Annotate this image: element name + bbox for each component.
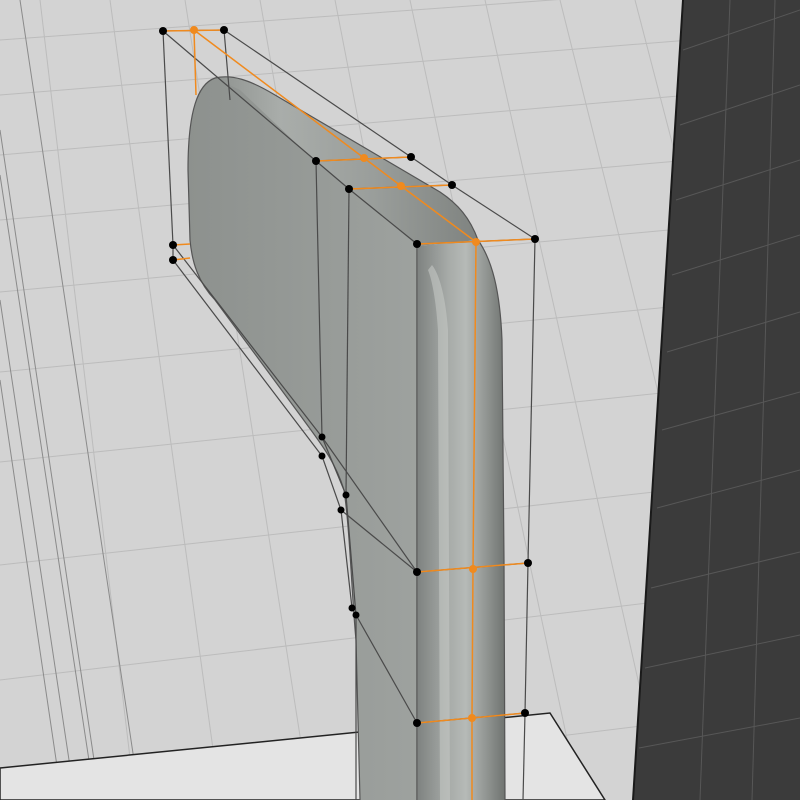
vertex[interactable] [318,433,326,441]
vertex[interactable] [531,235,539,243]
vertex[interactable] [413,719,421,727]
vertex[interactable] [159,27,167,35]
vertex[interactable] [413,240,421,248]
vertex[interactable] [345,185,353,193]
vertex[interactable] [337,506,345,514]
vertex[interactable] [342,491,350,499]
vertex[interactable] [169,241,177,249]
vertex-selected[interactable] [472,238,480,246]
3d-viewport[interactable] [0,0,800,800]
vertex[interactable] [312,157,320,165]
vertex[interactable] [448,181,456,189]
vertex-selected[interactable] [360,154,368,162]
vertex[interactable] [169,256,177,264]
vertex[interactable] [352,611,360,619]
vertex[interactable] [413,568,421,576]
vertex[interactable] [521,709,529,717]
vertex[interactable] [220,26,228,34]
vertex[interactable] [348,604,356,612]
vertex-selected[interactable] [469,565,477,573]
vertex-selected[interactable] [190,26,198,34]
vertex[interactable] [318,452,326,460]
vertex[interactable] [524,559,532,567]
viewport-canvas[interactable] [0,0,800,800]
vertex[interactable] [407,153,415,161]
vertex-selected[interactable] [397,182,405,190]
vertex-selected[interactable] [468,714,476,722]
